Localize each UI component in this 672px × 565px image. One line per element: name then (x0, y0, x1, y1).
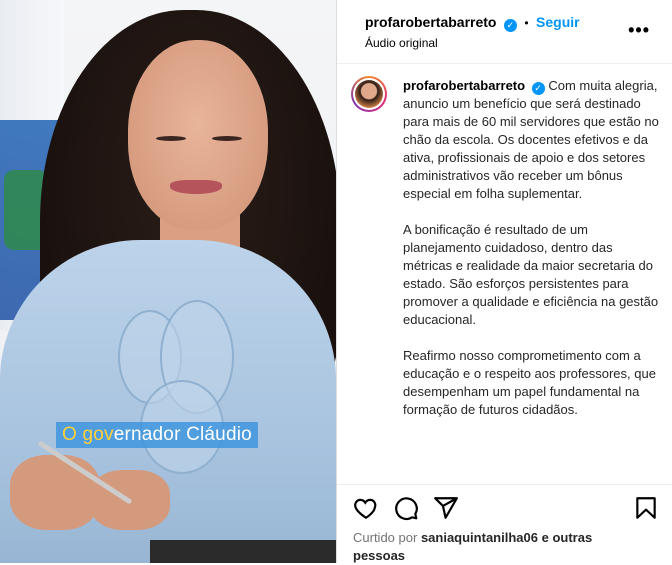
video-subtitle: O governador Cláudio (56, 422, 258, 448)
post-side-panel: profarobertabarreto ✓ • Seguir Áudio ori… (336, 0, 672, 563)
comment-icon[interactable] (393, 495, 419, 521)
post-video[interactable]: O governador Cláudio (0, 0, 336, 563)
caption-paragraph: Reafirmo nosso comprometimento com a edu… (403, 348, 656, 417)
avatar[interactable] (351, 76, 387, 112)
caption-paragraph: A bonificação é resultado de um planejam… (403, 222, 659, 327)
caption-username[interactable]: profarobertabarreto (403, 78, 525, 93)
instagram-post: O governador Cláudio profarobertabarreto… (0, 0, 672, 563)
share-icon[interactable] (433, 495, 459, 521)
verified-badge-icon: ✓ (531, 82, 545, 95)
liked-by-user[interactable]: saniaquintanilha06 (421, 530, 538, 545)
heart-icon[interactable] (353, 495, 379, 521)
verified-badge-icon: ✓ (503, 19, 517, 32)
person-face (128, 40, 268, 230)
audio-label[interactable]: Áudio original (365, 36, 672, 50)
follow-button[interactable]: Seguir (536, 14, 580, 30)
post-caption: profarobertabarreto ✓ Com muita alegria,… (403, 77, 661, 437)
post-caption-area: profarobertabarreto ✓ Com muita alegria,… (337, 64, 672, 484)
header-username[interactable]: profarobertabarreto (365, 14, 496, 30)
post-header: profarobertabarreto ✓ • Seguir Áudio ori… (337, 0, 672, 64)
caption-paragraph: Com muita alegria, anuncio um benefício … (403, 78, 659, 201)
liked-by-text: Curtido por saniaquintanilha06 e outras … (353, 530, 593, 563)
more-options-icon[interactable]: ••• (628, 20, 650, 41)
bookmark-icon[interactable] (633, 495, 659, 521)
post-actions: Curtido por saniaquintanilha06 e outras … (337, 484, 672, 564)
